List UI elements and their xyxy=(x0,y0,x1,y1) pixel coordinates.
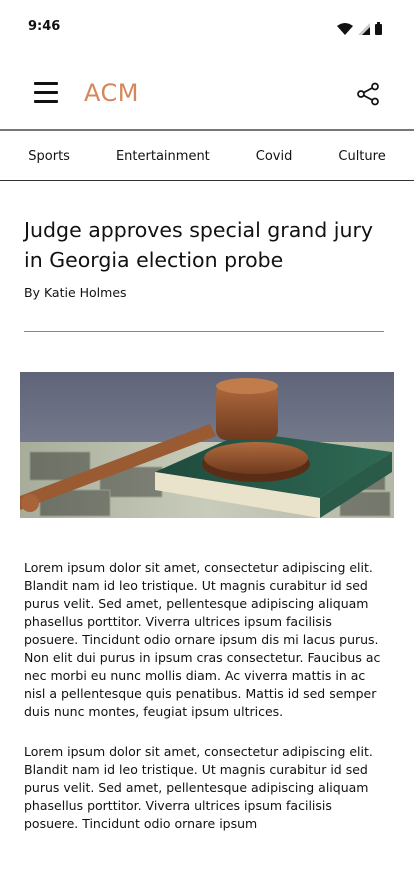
share-icon[interactable] xyxy=(356,82,380,106)
status-bar: 9:46 xyxy=(0,0,414,56)
hamburger-menu-icon[interactable] xyxy=(34,82,58,104)
wifi-icon xyxy=(337,20,353,39)
tab-covid[interactable]: Covid xyxy=(233,149,316,164)
status-time: 9:46 xyxy=(28,19,61,34)
article-paragraph: Lorem ipsum dolor sit amet, consectetur … xyxy=(24,560,381,719)
cellular-signal-icon xyxy=(358,20,370,39)
article-byline: By Katie Holmes xyxy=(24,285,127,300)
app-header: ACM xyxy=(0,56,414,130)
article-hero-image xyxy=(20,372,394,518)
article-paragraph: Lorem ipsum dolor sit amet, consectetur … xyxy=(24,744,373,831)
article-headline: Judge approves special grand jury in Geo… xyxy=(24,218,374,272)
nav-divider xyxy=(0,180,414,181)
category-nav: Sports Entertainment Covid Culture xyxy=(0,131,414,181)
app-title: ACM xyxy=(84,79,139,107)
tab-sports[interactable]: Sports xyxy=(5,149,93,164)
tab-culture[interactable]: Culture xyxy=(315,149,408,164)
tab-entertainment[interactable]: Entertainment xyxy=(93,149,233,164)
gavel-on-book-photo xyxy=(20,372,394,518)
article-divider xyxy=(24,331,384,332)
status-icons xyxy=(337,20,382,39)
battery-icon xyxy=(375,20,382,39)
